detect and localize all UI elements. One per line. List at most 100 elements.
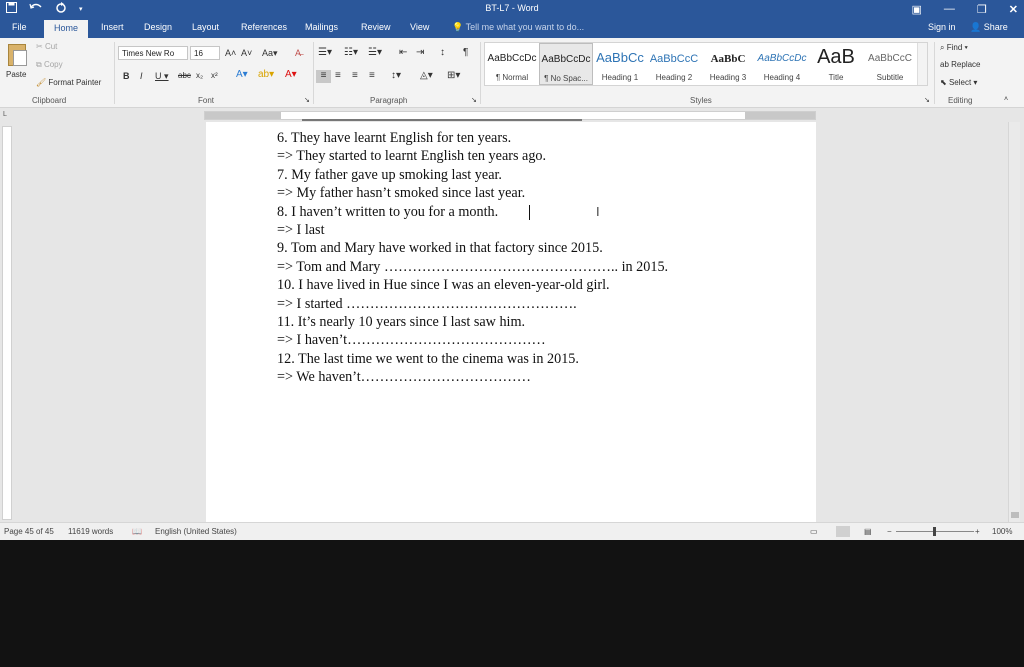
underline-icon[interactable]: U ▾: [155, 71, 169, 82]
tab-home[interactable]: Home: [44, 20, 89, 38]
tab-layout[interactable]: Layout: [192, 22, 219, 32]
align-center-icon[interactable]: ≡: [335, 70, 341, 81]
page-count[interactable]: Page 45 of 45: [4, 527, 54, 536]
decrease-indent-icon[interactable]: ⇤: [399, 47, 407, 58]
align-left-icon[interactable]: ≡: [316, 70, 331, 83]
paste-icon[interactable]: [8, 44, 27, 66]
paragraph-dialog-launcher-icon[interactable]: ↘: [471, 96, 477, 104]
zoom-level[interactable]: 100%: [992, 527, 1012, 536]
italic-icon[interactable]: I: [140, 71, 143, 81]
document-line: => I haven’t……………………………………: [277, 332, 546, 348]
bold-icon[interactable]: B: [123, 71, 130, 81]
title-bar: ▾ BT-L7 - Word ▣ — ❐ ✕: [0, 0, 1024, 18]
minimize-icon[interactable]: —: [944, 3, 955, 15]
restore-icon[interactable]: ❐: [977, 3, 987, 16]
zoom-slider-thumb[interactable]: [933, 527, 936, 536]
borders-icon[interactable]: ⊞▾: [447, 70, 460, 81]
search-icon: ⌕: [940, 43, 945, 52]
shading-icon[interactable]: ◬▾: [420, 70, 433, 81]
strikethrough-icon[interactable]: abc: [178, 71, 191, 80]
styles-dialog-launcher-icon[interactable]: ↘: [924, 96, 930, 104]
ribbon-tabs: File Home Insert Design Layout Reference…: [0, 18, 1024, 38]
zoom-out-icon[interactable]: −: [887, 527, 892, 536]
highlight-color-icon[interactable]: ab▾: [258, 69, 274, 80]
style-heading-4[interactable]: AaBbCcDc Heading 4: [755, 43, 809, 85]
find-button[interactable]: ⌕ Find ▾: [940, 43, 968, 53]
style-preview: AaBbCc: [596, 50, 644, 65]
show-marks-icon[interactable]: ¶: [463, 47, 468, 58]
tab-file[interactable]: File: [12, 22, 27, 32]
ribbon-display-options-icon[interactable]: ▣: [912, 3, 922, 16]
text-effects-icon[interactable]: A▾: [236, 69, 248, 80]
document-page[interactable]: 6. They have learnt English for ten year…: [206, 119, 816, 522]
bullets-icon[interactable]: ☰▾: [318, 47, 332, 58]
style-subtitle[interactable]: AaBbCcC Subtitle: [863, 43, 917, 85]
multilevel-list-icon[interactable]: ☱▾: [368, 47, 382, 58]
change-case-icon[interactable]: Aa▾: [262, 48, 278, 59]
styles-gallery: AaBbCcDc ¶ Normal AaBbCcDc ¶ No Spac... …: [484, 42, 928, 86]
sign-in-link[interactable]: Sign in: [928, 22, 956, 32]
close-icon[interactable]: ✕: [1009, 3, 1018, 16]
increase-indent-icon[interactable]: ⇥: [416, 47, 424, 58]
cut-button[interactable]: ✂ Cut: [36, 42, 57, 51]
document-line: => My father hasn’t smoked since last ye…: [277, 185, 526, 201]
sort-icon[interactable]: ↕: [440, 47, 445, 58]
collapse-ribbon-icon[interactable]: ˄: [1004, 96, 1008, 103]
numbering-icon[interactable]: ☷▾: [344, 47, 358, 58]
justify-icon[interactable]: ≡: [369, 70, 375, 81]
style-title[interactable]: AaB Title: [809, 43, 863, 85]
style-heading-2[interactable]: AaBbCcC Heading 2: [647, 43, 701, 85]
tab-review[interactable]: Review: [361, 22, 391, 32]
tab-design[interactable]: Design: [144, 22, 172, 32]
font-group-label: Font: [198, 96, 215, 105]
select-button[interactable]: ⬉ Select ▾: [940, 78, 977, 87]
clear-formatting-icon[interactable]: A̶: [295, 48, 301, 58]
document-line: 11. It’s nearly 10 years since I last sa…: [277, 314, 526, 330]
line-spacing-icon[interactable]: ↕▾: [391, 70, 401, 81]
document-line: 7. My father gave up smoking last year.: [277, 167, 502, 183]
font-dialog-launcher-icon[interactable]: ↘: [304, 96, 310, 104]
copy-button[interactable]: ⧉ Copy: [36, 60, 63, 70]
align-right-icon[interactable]: ≡: [352, 70, 358, 81]
tab-view[interactable]: View: [410, 22, 429, 32]
style-no-spacing[interactable]: AaBbCcDc ¶ No Spac...: [539, 43, 593, 85]
style-heading-3[interactable]: AaBbC Heading 3: [701, 43, 755, 85]
chevron-down-icon: ▾: [964, 43, 968, 52]
tab-mailings[interactable]: Mailings: [305, 22, 338, 32]
find-label: Find: [946, 43, 963, 52]
proofing-icon[interactable]: 📖: [132, 527, 142, 536]
zoom-in-icon[interactable]: +: [975, 527, 980, 536]
print-layout-icon[interactable]: [836, 526, 850, 537]
language-indicator[interactable]: English (United States): [155, 527, 237, 536]
font-size-box[interactable]: 16: [190, 46, 220, 60]
styles-scroll[interactable]: [917, 43, 927, 85]
tell-me-search[interactable]: 💡 Tell me what you want to do...: [452, 22, 584, 33]
grow-font-icon[interactable]: A˄: [225, 48, 236, 58]
format-painter-button[interactable]: 🖌 Format Painter: [36, 78, 101, 87]
web-layout-icon[interactable]: ▤: [864, 527, 872, 536]
style-heading-1[interactable]: AaBbCc Heading 1: [593, 43, 647, 85]
shrink-font-icon[interactable]: A˅: [241, 48, 252, 58]
style-preview: AaB: [817, 46, 855, 68]
tab-selector-icon[interactable]: L: [3, 111, 7, 118]
tab-references[interactable]: References: [241, 22, 287, 32]
subscript-icon[interactable]: x₂: [196, 71, 203, 80]
tab-insert[interactable]: Insert: [101, 22, 124, 32]
replace-label: Replace: [951, 60, 981, 69]
font-color-icon[interactable]: A▾: [285, 69, 297, 80]
read-mode-icon[interactable]: ▭: [810, 527, 818, 536]
paste-button[interactable]: Paste: [6, 70, 26, 79]
superscript-icon[interactable]: x²: [211, 71, 218, 80]
word-count[interactable]: 11619 words: [68, 527, 113, 536]
scrollbar-thumb[interactable]: [1011, 512, 1019, 518]
style-normal[interactable]: AaBbCcDc ¶ Normal: [485, 43, 539, 85]
replace-button[interactable]: ab Replace: [940, 60, 981, 69]
chevron-down-icon: ▾: [973, 78, 978, 87]
ruler-right-margin: [745, 112, 815, 119]
document-line: => I last: [277, 222, 325, 238]
vertical-scrollbar[interactable]: [1008, 122, 1020, 522]
styles-group-label: Styles: [690, 96, 712, 105]
share-button[interactable]: 👤 Share: [970, 22, 1008, 33]
font-name-box[interactable]: Times New Ro: [118, 46, 188, 60]
vertical-ruler[interactable]: [2, 126, 12, 520]
